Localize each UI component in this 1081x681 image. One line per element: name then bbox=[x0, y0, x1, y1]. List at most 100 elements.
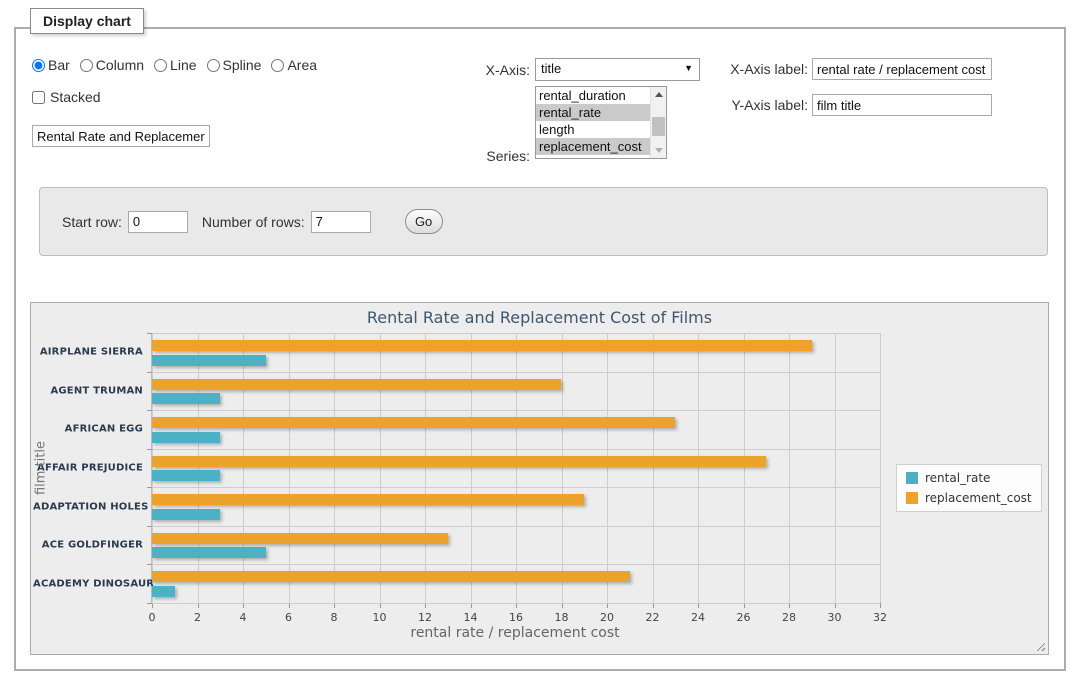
page: Display chart BarColumnLineSplineArea St… bbox=[0, 0, 1081, 681]
chart-type-line[interactable]: Line bbox=[154, 57, 196, 73]
gridline bbox=[880, 333, 881, 603]
category-label: ADAPTATION HOLES bbox=[33, 501, 143, 512]
x-axis-title: rental rate / replacement cost bbox=[151, 625, 879, 641]
stacked-checkbox[interactable] bbox=[32, 91, 45, 104]
gridline bbox=[607, 333, 608, 603]
bar-replacement_cost bbox=[152, 533, 448, 544]
x-axis-select[interactable]: title ▼ bbox=[535, 58, 700, 81]
chart-type-bar[interactable]: Bar bbox=[32, 57, 70, 73]
chart-legend: rental_rate replacement_cost bbox=[896, 464, 1042, 512]
legend-item-rental_rate[interactable]: rental_rate bbox=[906, 471, 1032, 485]
stacked-checkbox-row[interactable]: Stacked bbox=[32, 89, 101, 105]
x-axis-label-label: X-Axis label: bbox=[712, 61, 808, 77]
x-tick-label: 28 bbox=[782, 611, 796, 624]
row-range-box: Start row: Number of rows: Go bbox=[39, 187, 1048, 256]
gridline bbox=[835, 333, 836, 603]
bar-replacement_cost bbox=[152, 340, 812, 351]
stacked-label: Stacked bbox=[50, 89, 101, 105]
start-row-label: Start row: bbox=[62, 214, 122, 230]
radio-label: Spline bbox=[223, 57, 262, 73]
legend-label: rental_rate bbox=[925, 471, 990, 485]
legend-item-replacement_cost[interactable]: replacement_cost bbox=[906, 491, 1032, 505]
gridline bbox=[289, 333, 290, 603]
plot-area: 02468101214161820222426283032AIRPLANE SI… bbox=[151, 333, 880, 604]
gridline bbox=[334, 333, 335, 603]
series-option-length[interactable]: length bbox=[536, 121, 650, 138]
gridline bbox=[562, 333, 563, 603]
gridline bbox=[516, 333, 517, 603]
series-option-replacement_cost[interactable]: replacement_cost bbox=[536, 138, 650, 155]
chart-container: Rental Rate and Replacement Cost of Film… bbox=[30, 302, 1049, 655]
gridline bbox=[198, 333, 199, 603]
y-tick-mark bbox=[147, 372, 152, 373]
bar-rental_rate bbox=[152, 470, 220, 481]
gridline bbox=[789, 333, 790, 603]
x-axis-select-value: title bbox=[541, 61, 561, 76]
bar-replacement_cost bbox=[152, 494, 584, 505]
category-label: AFRICAN EGG bbox=[33, 424, 143, 435]
radio-label: Line bbox=[170, 57, 196, 73]
x-tick-label: 24 bbox=[691, 611, 705, 624]
resize-handle[interactable] bbox=[1034, 640, 1045, 651]
x-tick-label: 26 bbox=[737, 611, 751, 624]
bar-replacement_cost bbox=[152, 417, 675, 428]
gridline bbox=[471, 333, 472, 603]
spline-radio[interactable] bbox=[207, 59, 220, 72]
scrollbar-thumb[interactable] bbox=[652, 117, 665, 136]
category-label: ACE GOLDFINGER bbox=[33, 540, 143, 551]
gridline bbox=[152, 564, 880, 565]
y-tick-mark bbox=[147, 449, 152, 450]
y-axis-label-input[interactable] bbox=[812, 94, 992, 116]
category-label: AFFAIR PREJUDICE bbox=[33, 463, 143, 474]
series-scrollbar[interactable] bbox=[650, 87, 666, 158]
chart-type-column[interactable]: Column bbox=[80, 57, 144, 73]
gridline bbox=[152, 410, 880, 411]
x-tick-label: 10 bbox=[373, 611, 387, 624]
chart-type-area[interactable]: Area bbox=[271, 57, 317, 73]
bar-radio[interactable] bbox=[32, 59, 45, 72]
scroll-down-button[interactable] bbox=[651, 144, 666, 158]
bar-replacement_cost bbox=[152, 571, 630, 582]
y-tick-mark bbox=[147, 487, 152, 488]
scroll-up-icon bbox=[655, 92, 663, 97]
chart-title-input[interactable] bbox=[32, 125, 210, 147]
x-tick-label: 2 bbox=[194, 611, 201, 624]
go-button[interactable]: Go bbox=[405, 209, 443, 234]
radio-label: Bar bbox=[48, 57, 70, 73]
gridline bbox=[243, 333, 244, 603]
bar-rental_rate bbox=[152, 547, 266, 558]
start-row-input[interactable] bbox=[128, 211, 188, 233]
x-axis-label-input[interactable] bbox=[812, 58, 992, 80]
bar-rental_rate bbox=[152, 509, 220, 520]
x-tick-label: 14 bbox=[464, 611, 478, 624]
gridline bbox=[152, 449, 880, 450]
bar-replacement_cost bbox=[152, 456, 766, 467]
series-select[interactable]: rental_durationrental_ratelengthreplacem… bbox=[535, 86, 667, 159]
bar-rental_rate bbox=[152, 355, 266, 366]
category-label: AIRPLANE SIERRA bbox=[33, 347, 143, 358]
y-axis-label-label: Y-Axis label: bbox=[712, 97, 808, 113]
gridline bbox=[152, 487, 880, 488]
x-tick-label: 0 bbox=[149, 611, 156, 624]
chart-type-spline[interactable]: Spline bbox=[207, 57, 262, 73]
gridline bbox=[698, 333, 699, 603]
column-radio[interactable] bbox=[80, 59, 93, 72]
area-radio[interactable] bbox=[271, 59, 284, 72]
legend-swatch bbox=[906, 492, 918, 504]
series-option-rental_duration[interactable]: rental_duration bbox=[536, 87, 650, 104]
scroll-down-icon bbox=[655, 148, 663, 153]
chart-title: Rental Rate and Replacement Cost of Film… bbox=[31, 308, 1048, 327]
x-tick-label: 16 bbox=[509, 611, 523, 624]
y-tick-mark bbox=[147, 526, 152, 527]
display-chart-panel: Display chart BarColumnLineSplineArea St… bbox=[14, 27, 1066, 671]
y-tick-mark bbox=[147, 410, 152, 411]
series-option-rental_rate[interactable]: rental_rate bbox=[536, 104, 650, 121]
gridline bbox=[744, 333, 745, 603]
radio-label: Column bbox=[96, 57, 144, 73]
line-radio[interactable] bbox=[154, 59, 167, 72]
scroll-up-button[interactable] bbox=[651, 87, 666, 101]
chart-type-radios: Bar Column Line Spline Area bbox=[32, 57, 323, 73]
select-arrow-icon: ▼ bbox=[684, 63, 693, 73]
num-rows-input[interactable] bbox=[311, 211, 371, 233]
x-tick-label: 8 bbox=[331, 611, 338, 624]
